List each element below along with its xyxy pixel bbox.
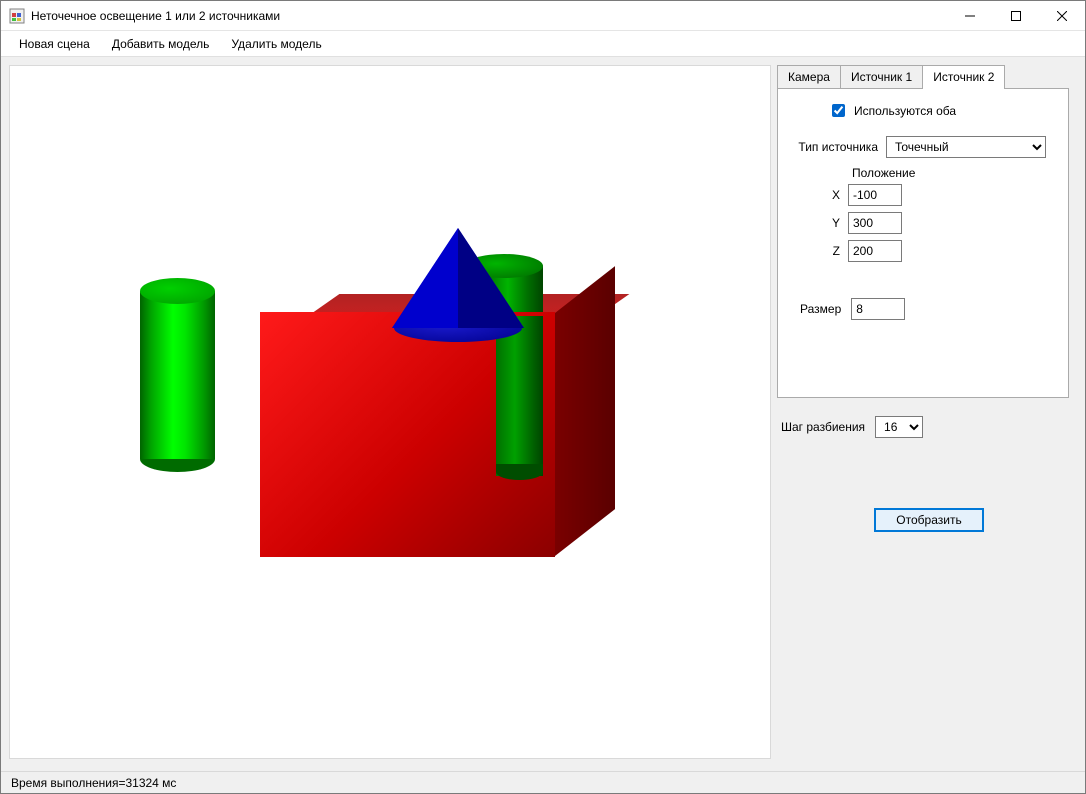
x-label: X: [824, 188, 840, 202]
step-label: Шаг разбиения: [781, 420, 865, 434]
source-type-select[interactable]: Точечный: [886, 136, 1046, 158]
use-both-label: Используются оба: [854, 104, 956, 118]
menu-add-model[interactable]: Добавить модель: [102, 34, 220, 54]
step-select[interactable]: 16: [875, 416, 923, 438]
tabstrip: Камера Источник 1 Источник 2: [777, 65, 1077, 89]
menu-delete-model[interactable]: Удалить модель: [221, 34, 331, 54]
close-button[interactable]: [1039, 1, 1085, 31]
cube: [555, 266, 615, 556]
position-label: Положение: [852, 166, 1054, 180]
cylinder-left: [140, 278, 215, 304]
y-input[interactable]: [848, 212, 902, 234]
status-text: Время выполнения=31324 мс: [11, 776, 176, 790]
cone: [458, 228, 524, 328]
side-panel: Камера Источник 1 Источник 2 Используютс…: [777, 65, 1077, 763]
menubar: Новая сцена Добавить модель Удалить моде…: [1, 31, 1085, 57]
statusbar: Время выполнения=31324 мс: [1, 771, 1085, 793]
titlebar: Неточечное освещение 1 или 2 источниками: [1, 1, 1085, 31]
app-icon: [9, 8, 25, 24]
size-input[interactable]: [851, 298, 905, 320]
viewport-3d[interactable]: [9, 65, 771, 759]
render-button[interactable]: Отобразить: [874, 508, 984, 532]
x-input[interactable]: [848, 184, 902, 206]
minimize-button[interactable]: [947, 1, 993, 31]
client-area: Камера Источник 1 Источник 2 Используютс…: [1, 57, 1085, 771]
tab-source1[interactable]: Источник 1: [840, 65, 923, 89]
size-label: Размер: [800, 302, 841, 316]
cylinder-right: [496, 464, 543, 480]
tab-camera[interactable]: Камера: [777, 65, 841, 89]
cylinder-left: [140, 291, 215, 459]
app-window: Неточечное освещение 1 или 2 источниками…: [0, 0, 1086, 794]
scene: [10, 66, 770, 758]
menu-new-scene[interactable]: Новая сцена: [9, 34, 100, 54]
source-type-label: Тип источника: [792, 140, 878, 154]
cylinder-right: [496, 316, 543, 476]
tab-body-source2: Используются оба Тип источника Точечный …: [777, 88, 1069, 398]
z-input[interactable]: [848, 240, 902, 262]
z-label: Z: [824, 244, 840, 258]
maximize-button[interactable]: [993, 1, 1039, 31]
y-label: Y: [824, 216, 840, 230]
tab-source2[interactable]: Источник 2: [922, 65, 1005, 89]
window-title: Неточечное освещение 1 или 2 источниками: [31, 9, 280, 23]
use-both-checkbox[interactable]: [832, 104, 845, 117]
